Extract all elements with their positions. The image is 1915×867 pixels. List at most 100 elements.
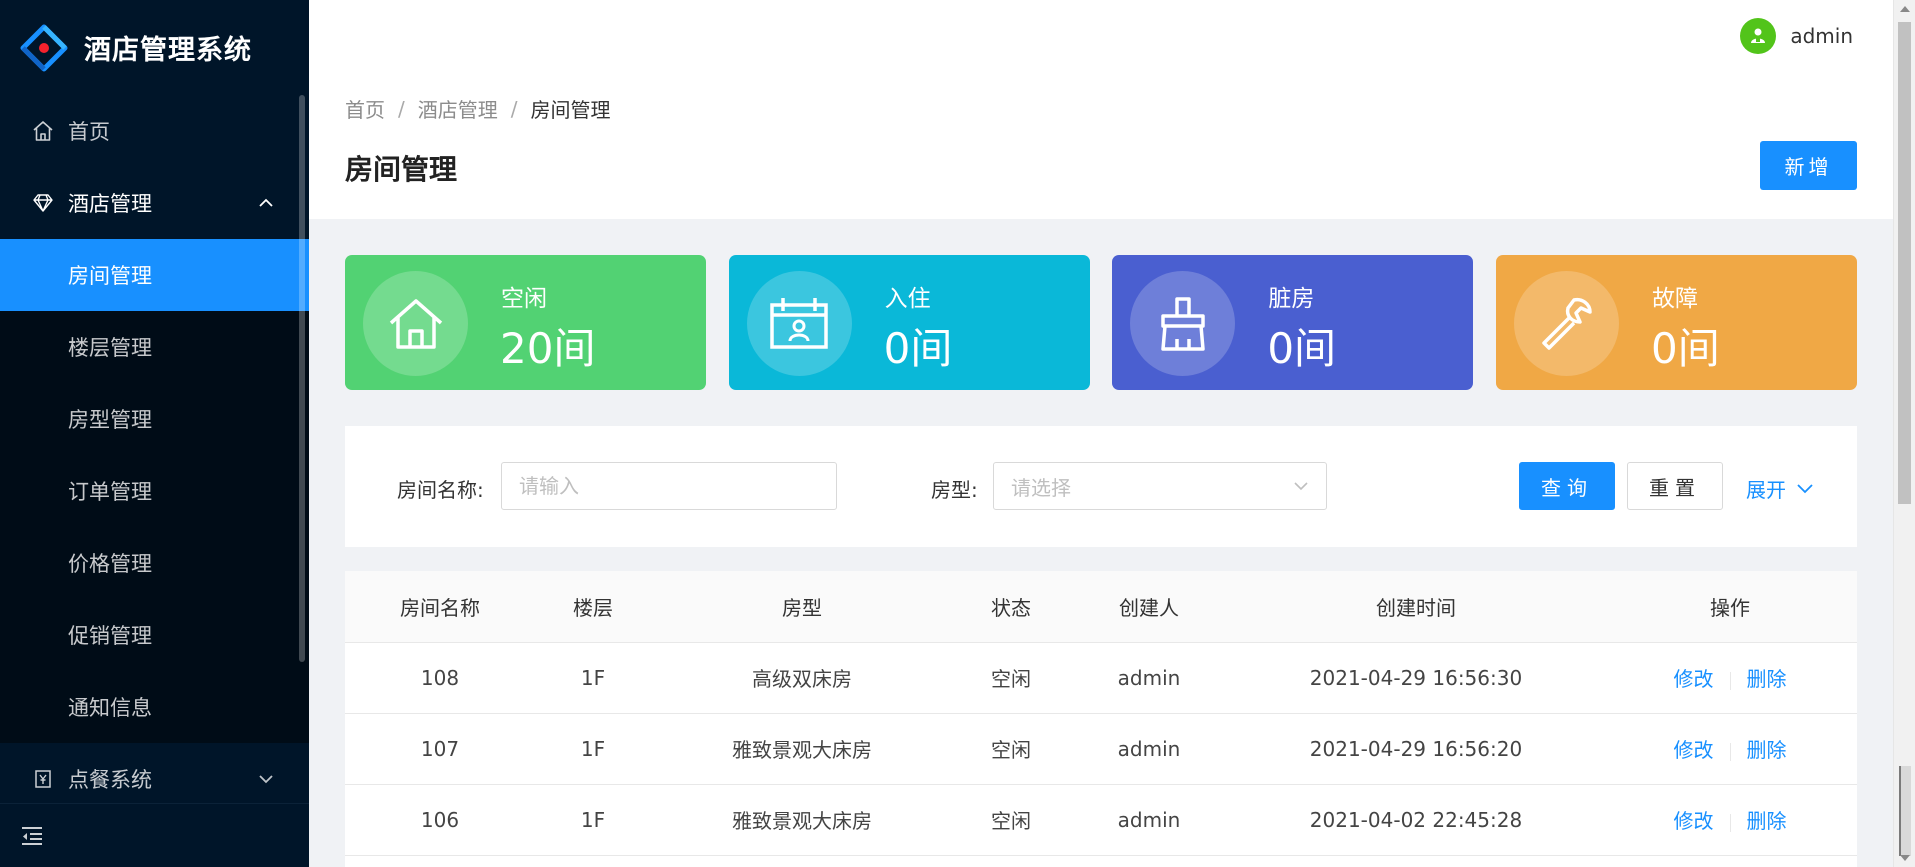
created-time-cell: 2021-04-29 16:56:30 [1229,642,1603,714]
sidebar-scrollbar[interactable] [299,95,305,662]
page-header: 首页 / 酒店管理 / 房间管理 房间管理 新增 [309,72,1893,219]
breadcrumb-home[interactable]: 首页 [345,94,385,123]
divider [1729,742,1731,761]
home-icon [32,120,54,142]
creator-cell: admin [1069,784,1229,856]
floor-cell: 1F [535,642,651,714]
chevron-up-icon [259,198,273,207]
sidebar-item-rooms[interactable]: 房间管理 [0,239,309,311]
chevron-down-icon [1797,483,1813,493]
scrollbar-thumb[interactable] [1898,22,1911,504]
sidebar-item-label: 房型管理 [68,408,152,432]
stat-card-fault[interactable]: 故障 0间 [1495,255,1857,390]
delete-link[interactable]: 删除 [1747,667,1787,691]
delete-link[interactable]: 删除 [1747,738,1787,762]
room-type-cell: 雅致景观大床房 [651,784,953,856]
sidebar-item-label: 点餐系统 [68,768,152,792]
sidebar-item-room-types[interactable]: 房型管理 [0,383,309,455]
sidebar-item-promotions[interactable]: 促销管理 [0,599,309,671]
expand-toggle[interactable]: 展开 [1746,474,1814,503]
delete-link[interactable]: 删除 [1747,809,1787,833]
sidebar-menu: 首页 酒店管理 房间管理 楼层管理 房型管理 订单管理 价格管理 促销管理 通知… [0,95,309,815]
column-header: 创建时间 [1229,571,1603,643]
column-header: 楼层 [535,571,651,643]
room-type-placeholder: 请选择 [1011,475,1071,500]
sidebar-item-orders[interactable]: 订单管理 [0,455,309,527]
status-cell: 空闲 [953,713,1069,785]
table-header-row: 房间名称 楼层 房型 状态 创建人 创建时间 操作 [345,571,1857,643]
sidebar-item-prices[interactable]: 价格管理 [0,527,309,599]
edit-link[interactable]: 修改 [1674,667,1714,691]
creator-cell: admin [1069,642,1229,714]
column-header: 房间名称 [345,571,535,643]
floor-cell: 1F [535,713,651,785]
scrollbar-indicator [1899,766,1911,856]
stat-label: 入住 [884,286,931,312]
room-name-cell: 108 [345,642,535,714]
room-type-cell: 高级双床房 [651,642,953,714]
user-icon [1751,28,1766,43]
diamond-icon [32,192,54,214]
breadcrumb-separator: / [510,96,518,121]
room-name-cell: 107 [345,713,535,785]
status-cell: 空闲 [953,642,1069,714]
chevron-down-icon [259,775,273,784]
logo-icon [20,24,68,71]
expand-label: 展开 [1746,478,1786,502]
scroll-down-arrow-icon[interactable] [1900,855,1910,861]
room-name-input[interactable] [501,462,837,510]
sidebar-item-label: 促销管理 [68,624,152,648]
edit-link[interactable]: 修改 [1674,738,1714,762]
sidebar-item-label: 订单管理 [68,480,152,504]
actions-cell: 修改 删除 [1603,784,1857,856]
table-row: 108 1F 高级双床房 空闲 admin 2021-04-29 16:56:3… [345,642,1857,714]
table-row: 106 1F 雅致景观大床房 空闲 admin 2021-04-02 22:45… [345,784,1857,856]
column-header: 创建人 [1069,571,1229,643]
breadcrumb-separator: / [398,96,405,121]
actions-cell: 修改 删除 [1603,713,1857,785]
edit-link[interactable]: 修改 [1674,809,1714,833]
divider [1729,813,1731,832]
creator-cell: admin [1069,713,1229,785]
room-type-label: 房型: [931,478,978,502]
page-title: 房间管理 [345,153,458,186]
table-row: 107 1F 雅致景观大床房 空闲 admin 2021-04-29 16:56… [345,713,1857,785]
reset-button[interactable]: 重置 [1627,462,1723,510]
rooms-table: 房间名称 楼层 房型 状态 创建人 创建时间 操作 108 1F 高级双床房 空… [345,571,1857,867]
sidebar-item-hotel[interactable]: 酒店管理 [0,167,309,239]
query-button[interactable]: 查询 [1519,462,1615,510]
sidebar-item-notifications[interactable]: 通知信息 [0,671,309,743]
breadcrumb-section[interactable]: 酒店管理 [418,94,498,123]
sidebar-item-floors[interactable]: 楼层管理 [0,311,309,383]
stat-value: 0间 [1267,324,1337,373]
chevron-down-icon [1294,482,1308,491]
column-header: 状态 [953,571,1069,643]
scroll-up-arrow-icon[interactable] [1900,6,1910,12]
breadcrumb: 首页 / 酒店管理 / 房间管理 [345,94,611,123]
wrench-icon [1513,271,1619,376]
divider [1729,671,1731,690]
sidebar: 酒店管理系统 首页 酒店管理 房间管理 楼层管理 房型管理 订单管理 价格管理 … [0,0,309,867]
sidebar-item-home[interactable]: 首页 [0,95,309,167]
house-icon [363,271,468,376]
sidebar-item-label: 酒店管理 [68,192,152,216]
stat-card-checkin[interactable]: 入住 0间 [728,255,1090,390]
breadcrumb-current: 房间管理 [530,98,611,122]
add-button[interactable]: 新增 [1760,141,1857,190]
room-type-select[interactable]: 请选择 [993,462,1327,510]
sidebar-item-label: 楼层管理 [68,336,152,360]
stat-card-idle[interactable]: 空闲 20间 [345,255,706,390]
username: admin [1790,24,1853,48]
logo[interactable]: 酒店管理系统 [0,0,309,95]
room-name-label: 房间名称: [397,478,484,502]
stat-label: 故障 [1651,286,1698,312]
user-menu[interactable]: admin [1740,18,1853,54]
floor-cell: 1F [535,784,651,856]
stat-card-dirty[interactable]: 脏房 0间 [1112,255,1474,390]
actions-cell: 修改 删除 [1603,642,1857,714]
stat-value: 0间 [1650,324,1720,373]
broom-icon [1130,271,1236,376]
page-scrollbar[interactable] [1893,0,1915,867]
collapse-sidebar-button[interactable] [0,803,309,867]
avatar [1740,18,1777,54]
